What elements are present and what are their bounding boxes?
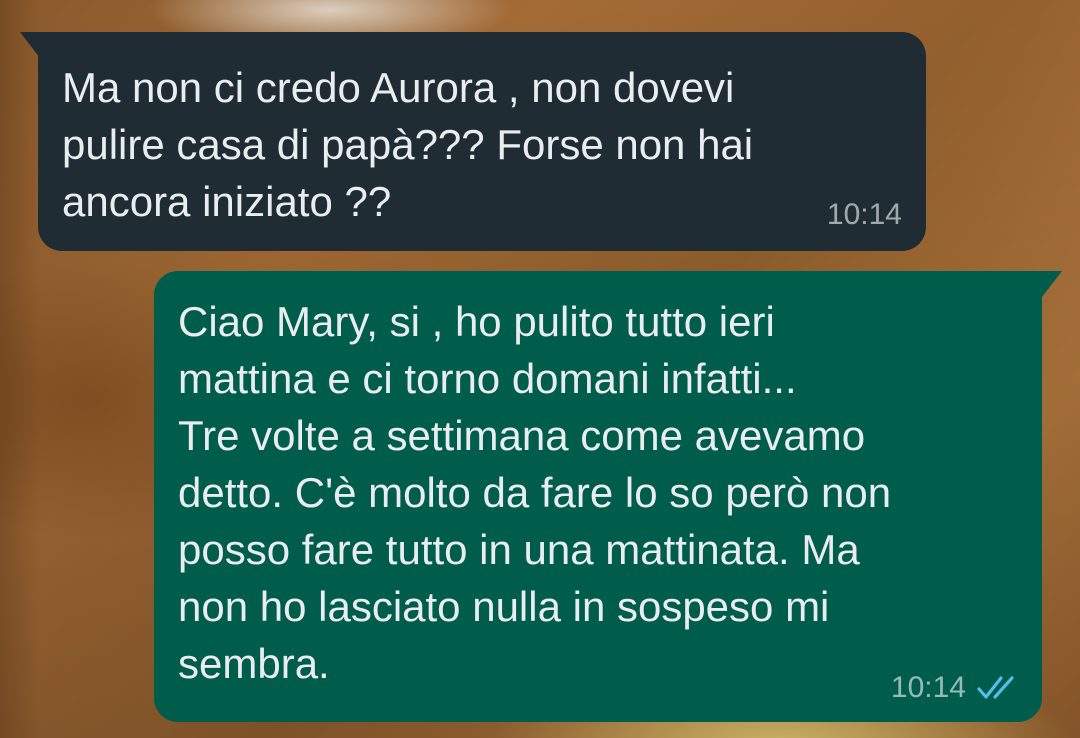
message-line: non ho lasciato nulla in sospeso mi	[178, 583, 830, 630]
message-timestamp: 10:14	[826, 198, 902, 231]
message-line: mattina e ci torno domani infatti...	[178, 355, 797, 402]
message-line: Ciao Mary, si , ho pulito tutto ieri	[178, 298, 775, 345]
message-line: posso fare tutto in una mattinata. Ma	[178, 526, 860, 573]
double-check-icon	[976, 674, 1020, 702]
message-line: ancora iniziato ??	[62, 178, 392, 225]
message-line: Ma non ci credo Aurora , non dovevi	[62, 64, 735, 111]
message-meta: 10:14	[827, 197, 902, 233]
message-text: Ma non ci credo Aurora , non dovevi puli…	[62, 59, 902, 230]
outgoing-bubble-tail	[1042, 271, 1062, 297]
message-line: detto. C'è molto da fare lo so però non	[178, 469, 892, 516]
incoming-bubble-tail	[20, 32, 40, 58]
message-text: Ciao Mary, si , ho pulito tutto ieri mat…	[178, 293, 1018, 692]
message-line: Tre volte a settimana come avevamo	[178, 412, 866, 459]
incoming-message-bubble[interactable]: Ma non ci credo Aurora , non dovevi puli…	[38, 32, 926, 251]
outgoing-message-bubble[interactable]: Ciao Mary, si , ho pulito tutto ieri mat…	[154, 271, 1042, 722]
message-timestamp: 10:14	[890, 671, 966, 704]
message-meta: 10:14	[891, 670, 1020, 706]
message-line: pulire casa di papà??? Forse non hai	[62, 121, 754, 168]
